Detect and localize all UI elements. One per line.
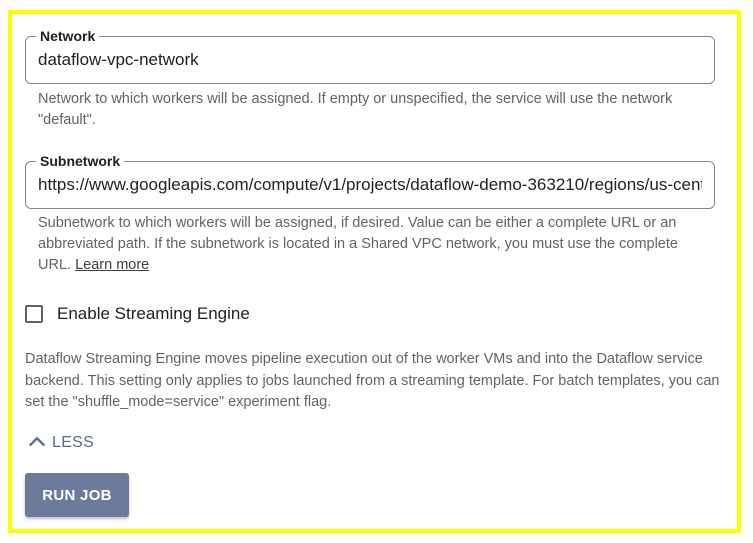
streaming-engine-label: Enable Streaming Engine [57, 304, 250, 323]
less-toggle[interactable]: LESS [26, 431, 94, 455]
network-field[interactable]: Network [25, 27, 715, 84]
network-label: Network [36, 27, 100, 45]
highlight-frame: Network Network to which workers will be… [8, 10, 741, 533]
learn-more-link[interactable]: Learn more [75, 257, 149, 273]
subnetwork-input[interactable] [38, 173, 702, 197]
streaming-engine-description: Dataflow Streaming Engine moves pipeline… [25, 351, 720, 410]
streaming-engine-checkbox[interactable] [25, 305, 43, 323]
run-job-button[interactable]: RUN JOB [25, 473, 129, 517]
network-help-text: Network to which workers will be assigne… [38, 91, 673, 128]
subnetwork-label: Subnetwork [36, 152, 125, 170]
network-input[interactable] [38, 48, 702, 72]
subnetwork-field[interactable]: Subnetwork [25, 152, 715, 209]
subnetwork-help: Subnetwork to which workers will be assi… [38, 213, 708, 276]
chevron-up-icon [26, 430, 48, 457]
less-label: LESS [52, 434, 95, 451]
streaming-engine-row[interactable]: Enable Streaming Engine [25, 302, 250, 326]
